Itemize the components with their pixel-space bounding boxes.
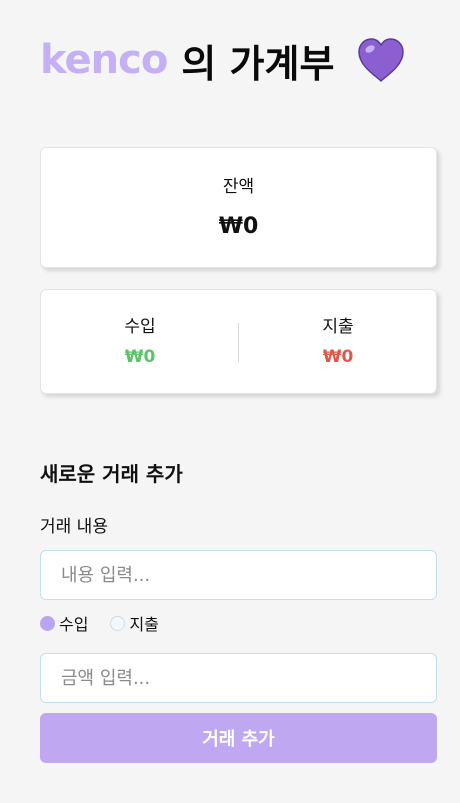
- income-summary: 수입 ₩0: [41, 312, 239, 367]
- description-input[interactable]: [40, 550, 437, 600]
- summary-card: 수입 ₩0 지출 ₩0: [40, 289, 437, 394]
- expense-label: 지출: [322, 317, 354, 337]
- description-label: 거래 내용: [40, 517, 108, 537]
- section-title: 새로운 거래 추가: [40, 462, 183, 486]
- title-text: 의 가계부: [181, 41, 335, 86]
- income-radio-label: 수입: [59, 615, 89, 634]
- transaction-type-group: 수입 지출: [40, 612, 181, 634]
- add-transaction-button[interactable]: 거래 추가: [40, 713, 437, 763]
- page: kenco 의 가계부 잔액 ₩0 수입 ₩0 지출 ₩0 새로운 거래 추가 …: [0, 0, 460, 803]
- income-radio[interactable]: 수입: [40, 611, 88, 635]
- income-label: 수입: [124, 317, 156, 337]
- balance-card: 잔액 ₩0: [40, 147, 437, 268]
- expense-amount: ₩0: [322, 347, 354, 367]
- amount-input[interactable]: [40, 653, 437, 703]
- balance-label: 잔액: [222, 177, 255, 197]
- expense-radio-label: 지출: [129, 615, 159, 634]
- balance-amount: ₩0: [218, 214, 259, 239]
- income-radio-dot[interactable]: [40, 615, 55, 631]
- brand-name: kenco: [40, 37, 168, 83]
- income-amount: ₩0: [124, 347, 156, 367]
- expense-radio-dot[interactable]: [110, 615, 126, 631]
- purple-heart-icon: [358, 38, 405, 83]
- expense-radio[interactable]: 지출: [110, 611, 159, 635]
- page-title: kenco 의 가계부: [40, 32, 406, 88]
- expense-summary: 지출 ₩0: [239, 312, 437, 367]
